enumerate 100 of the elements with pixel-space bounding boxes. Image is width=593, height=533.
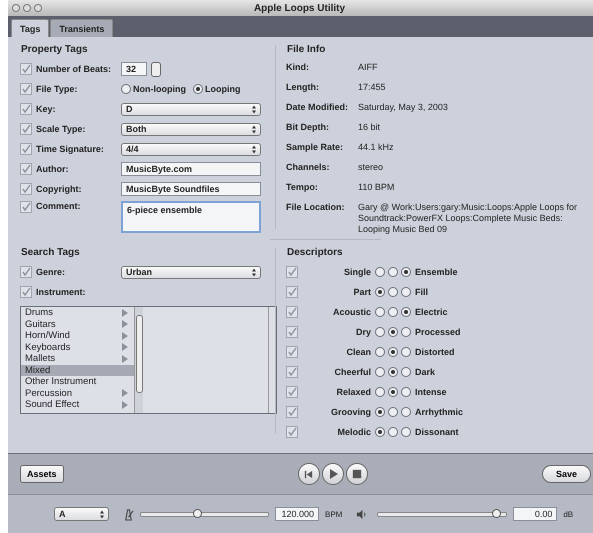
volume-slider-thumb[interactable] xyxy=(492,508,502,518)
radio-button[interactable] xyxy=(375,387,385,397)
radio-button[interactable] xyxy=(388,287,398,297)
checkbox[interactable] xyxy=(20,63,32,75)
descriptor-label: Intense xyxy=(415,387,447,397)
list-item[interactable]: Other Instrument xyxy=(21,376,134,388)
radio-button[interactable] xyxy=(401,347,411,357)
list-item[interactable]: Percussion xyxy=(21,388,134,399)
checkbox[interactable] xyxy=(286,366,298,378)
list-item[interactable]: Drums xyxy=(21,307,134,318)
save-button[interactable]: Save xyxy=(542,465,591,483)
radio-button[interactable] xyxy=(401,367,411,377)
radio-button[interactable] xyxy=(388,387,398,397)
list-item[interactable]: Guitars xyxy=(21,318,134,330)
list-item[interactable]: Sound Effect xyxy=(21,399,134,410)
radio-button[interactable] xyxy=(375,407,385,417)
radio-button[interactable] xyxy=(375,427,385,437)
radio-button[interactable] xyxy=(388,267,398,277)
radio-button[interactable] xyxy=(375,347,385,357)
checkbox[interactable] xyxy=(20,266,32,278)
zoom-icon[interactable] xyxy=(34,4,42,12)
radio-button[interactable] xyxy=(388,327,398,337)
checkbox[interactable] xyxy=(20,83,32,95)
radio-button[interactable] xyxy=(401,287,411,297)
checkbox[interactable] xyxy=(286,426,298,438)
text-field[interactable]: MusicByte.com xyxy=(121,162,261,176)
checkbox[interactable] xyxy=(20,163,32,175)
stop-button[interactable] xyxy=(346,463,368,485)
descriptor-label: Acoustic xyxy=(332,307,371,317)
info-label: Sample Rate: xyxy=(286,142,344,152)
field-label: Comment: xyxy=(36,201,82,211)
popup-menu[interactable]: Both xyxy=(121,122,261,136)
minimize-icon[interactable] xyxy=(23,4,31,12)
checkbox[interactable] xyxy=(20,123,32,135)
field-label: Scale Type: xyxy=(36,124,86,134)
radio-button[interactable] xyxy=(375,307,385,317)
unit-label: BPM xyxy=(325,510,342,518)
radio-button[interactable] xyxy=(388,347,398,357)
list-item[interactable]: Keyboards xyxy=(21,342,134,353)
play-button[interactable] xyxy=(322,463,344,485)
checkbox[interactable] xyxy=(20,103,32,115)
popup-menu[interactable]: Urban xyxy=(121,266,261,278)
tempo-field[interactable]: 120.000 xyxy=(275,507,319,521)
radio-button[interactable] xyxy=(401,327,411,337)
radio-button[interactable] xyxy=(375,367,385,377)
list-item[interactable]: Mallets xyxy=(21,353,134,364)
volume-field[interactable]: 0.00 xyxy=(513,507,558,521)
beats-field[interactable]: 32 xyxy=(121,62,147,76)
radio-button[interactable] xyxy=(388,427,398,437)
info-value: Saturday, May 3, 2003 xyxy=(358,102,449,113)
checkbox[interactable] xyxy=(286,286,298,298)
checkbox[interactable] xyxy=(20,143,32,155)
descriptor-label: Dry xyxy=(354,327,371,337)
section-heading: Property Tags xyxy=(21,44,88,55)
list-item[interactable]: Horn/Wind xyxy=(21,330,134,342)
rewind-button[interactable] xyxy=(298,463,320,485)
descriptor-label: Dark xyxy=(415,367,436,377)
radio-button[interactable] xyxy=(401,407,411,417)
close-icon[interactable] xyxy=(12,4,20,12)
descriptor-label: Distorted xyxy=(415,347,455,357)
radio-button[interactable] xyxy=(375,287,385,297)
popup-menu[interactable]: 4/4 xyxy=(121,142,261,156)
scroll-bar[interactable] xyxy=(134,307,143,413)
radio-button[interactable] xyxy=(401,267,411,277)
radio-label: Non-looping xyxy=(133,84,186,94)
checkbox[interactable] xyxy=(286,306,298,318)
checkbox[interactable] xyxy=(286,326,298,338)
descriptor-label: Electric xyxy=(415,307,448,317)
up-down-arrows-icon xyxy=(100,510,104,518)
radio-button[interactable] xyxy=(192,84,203,94)
info-value: stereo xyxy=(358,162,384,173)
descriptor-label: Cheerful xyxy=(333,367,371,377)
up-down-arrows-icon xyxy=(252,268,256,276)
checkbox[interactable] xyxy=(286,346,298,358)
checkbox[interactable] xyxy=(286,406,298,418)
tempo-slider-thumb[interactable] xyxy=(193,508,202,518)
radio-button[interactable] xyxy=(401,387,411,397)
popup-menu[interactable]: D xyxy=(121,102,261,116)
radio-button[interactable] xyxy=(375,267,385,277)
text-field[interactable]: MusicByte Soundfiles xyxy=(121,182,261,196)
comment-field[interactable]: 6-piece ensemble xyxy=(121,201,261,233)
checkbox[interactable] xyxy=(286,266,298,278)
checkbox[interactable] xyxy=(286,386,298,398)
tab[interactable]: Tags xyxy=(11,19,50,37)
radio-button[interactable] xyxy=(388,307,398,317)
info-value: 16 bit xyxy=(358,122,382,133)
assets-button[interactable]: Assets xyxy=(20,465,64,483)
radio-button[interactable] xyxy=(388,407,398,417)
checkbox[interactable] xyxy=(20,183,32,195)
radio-button[interactable] xyxy=(121,84,131,94)
radio-button[interactable] xyxy=(388,367,398,377)
key-popup[interactable]: A xyxy=(54,507,109,521)
radio-button[interactable] xyxy=(375,327,385,337)
tab[interactable]: Transients xyxy=(50,19,114,37)
checkbox[interactable] xyxy=(20,286,32,298)
list-item[interactable]: Mixed xyxy=(21,364,134,376)
radio-button[interactable] xyxy=(401,427,411,437)
checkbox[interactable] xyxy=(20,201,32,213)
radio-button[interactable] xyxy=(401,307,411,317)
stepper-icon[interactable] xyxy=(151,62,161,76)
